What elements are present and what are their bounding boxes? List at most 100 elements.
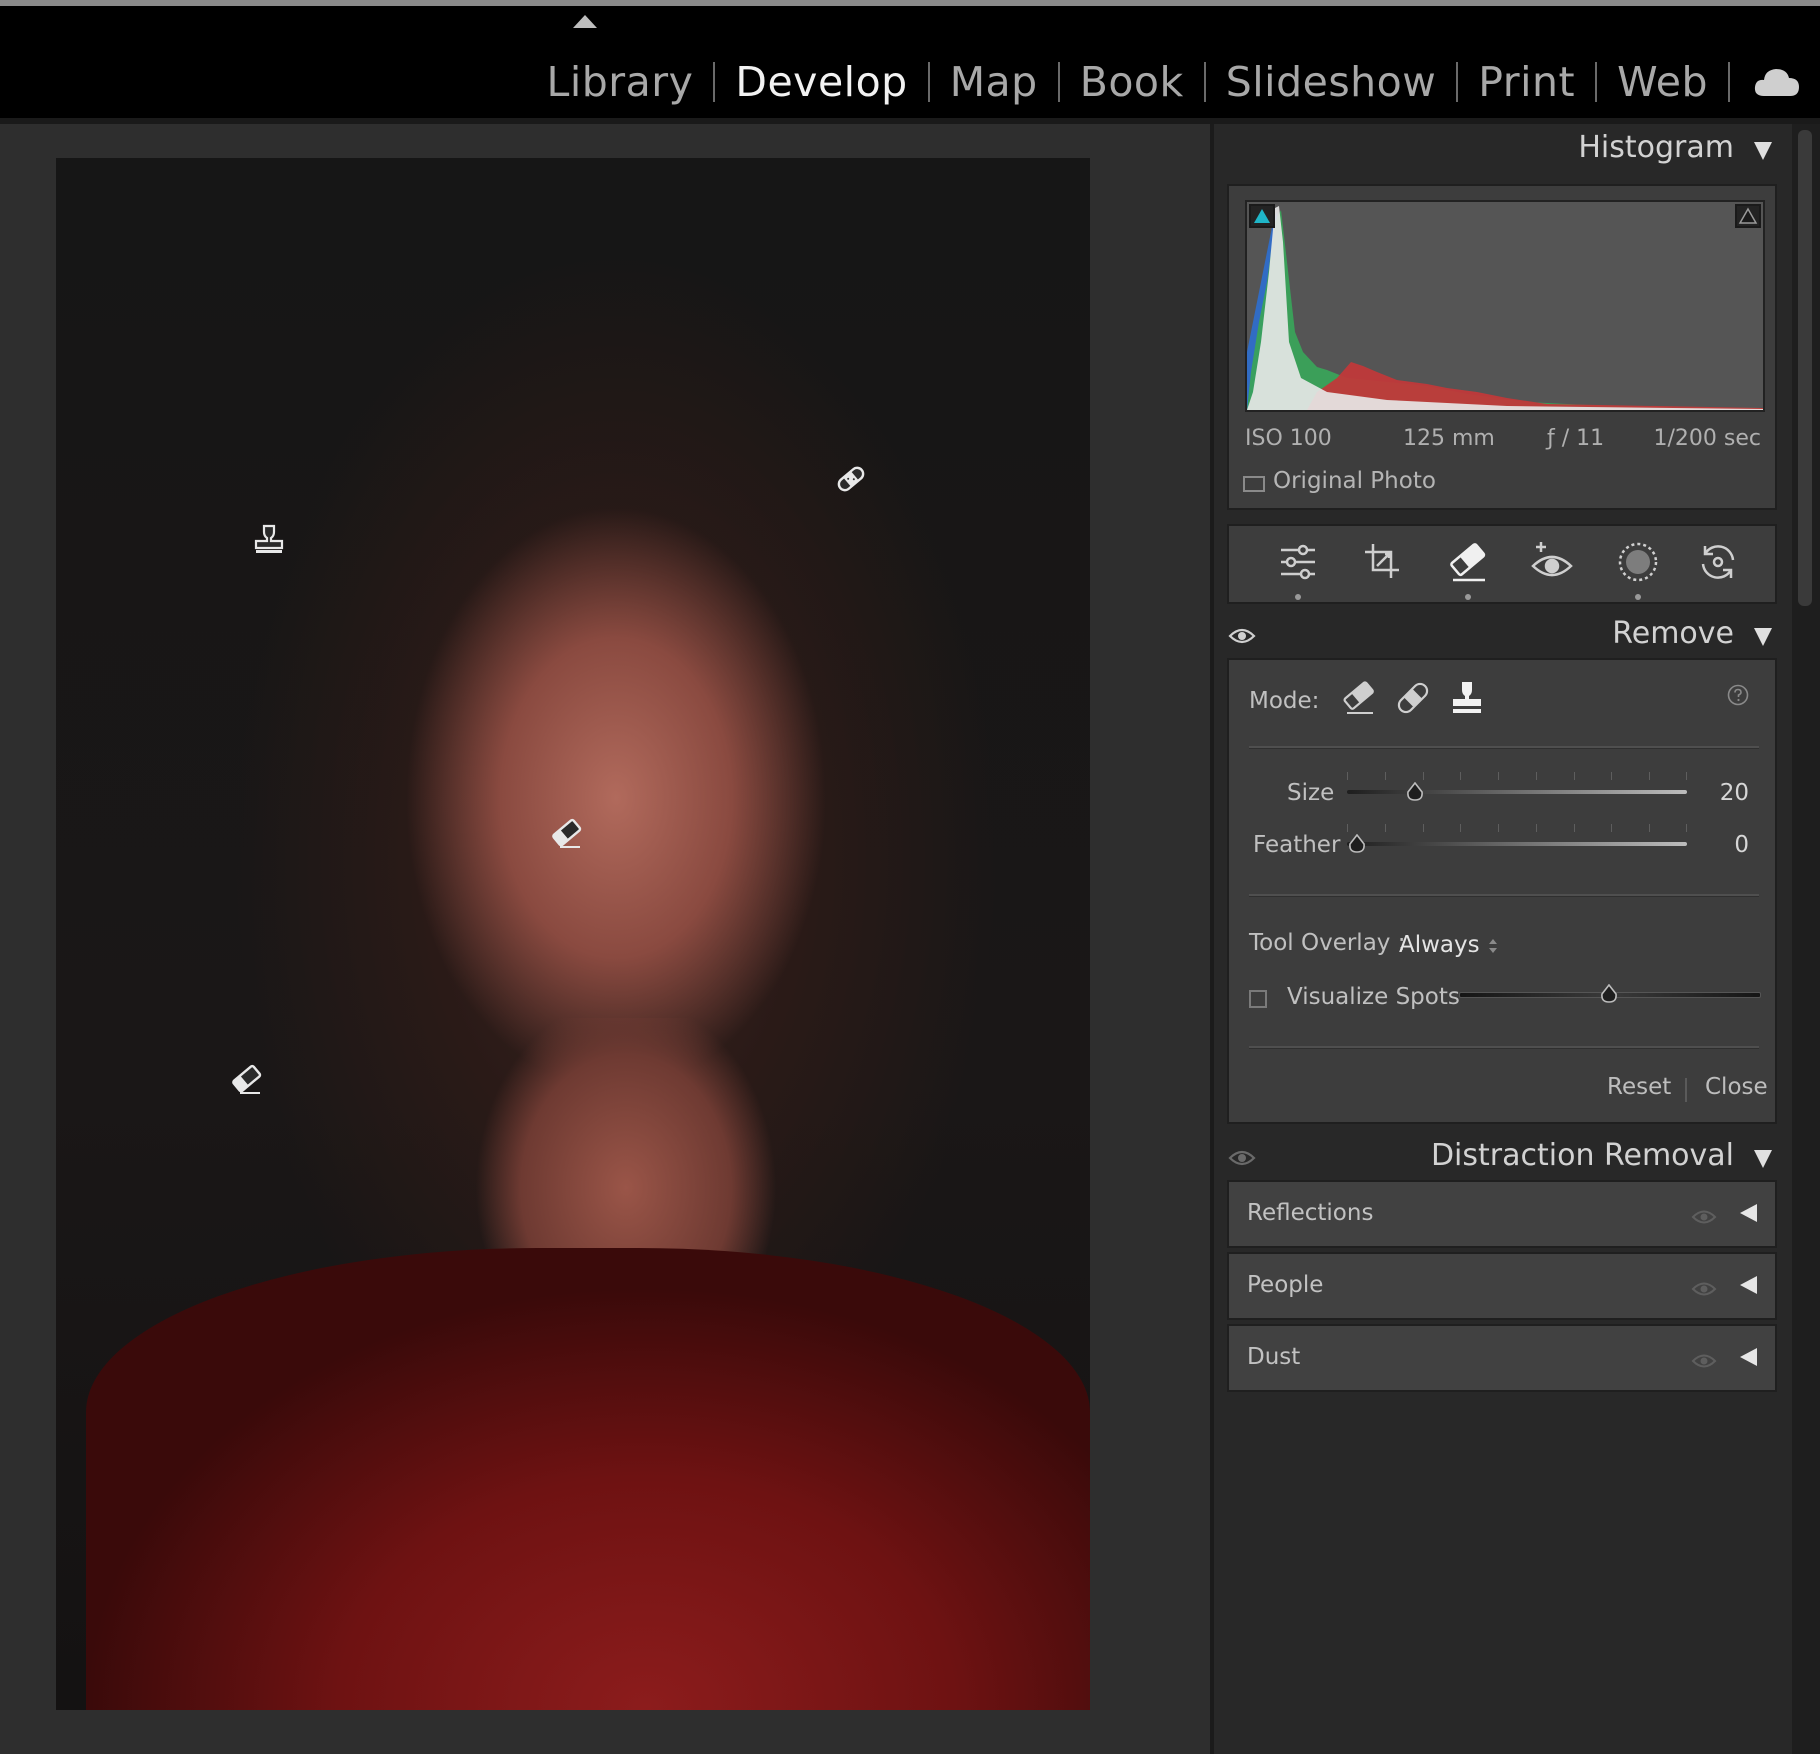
remove-eraser-icon[interactable] [1443,538,1493,586]
original-photo-label: Original Photo [1273,468,1436,494]
size-label: Size [1287,780,1335,806]
people-label: People [1247,1272,1324,1298]
slider-ticks [1347,824,1687,834]
updown-chevron-icon[interactable] [1487,936,1499,956]
section-divider [1249,746,1759,749]
module-map[interactable]: Map [950,52,1038,112]
image-canvas[interactable] [0,124,1210,1754]
module-develop[interactable]: Develop [735,52,907,112]
red-eye-icon[interactable] [1527,538,1577,586]
module-web[interactable]: Web [1617,52,1708,112]
right-panel-scrollbar[interactable] [1792,124,1820,1754]
collapse-triangle-icon[interactable] [1754,142,1772,160]
feather-slider-thumb[interactable] [1348,833,1366,853]
scrollbar-thumb[interactable] [1798,130,1812,606]
cloud-sync-icon[interactable] [1754,66,1800,98]
reset-icon[interactable] [1693,538,1743,586]
module-picker: Library Develop Map Book Slideshow Print… [547,52,1800,112]
histogram-curves [1247,206,1763,410]
eye-icon[interactable] [1228,626,1256,646]
module-separator [1456,62,1459,102]
reflections-label: Reflections [1247,1200,1374,1226]
tool-strip [1227,524,1777,604]
eye-icon[interactable] [1691,1352,1717,1370]
module-separator [1203,62,1206,102]
exif-focal-length: 125 mm [1403,426,1495,451]
feather-label: Feather [1253,832,1341,858]
module-separator [927,62,930,102]
top-strip [0,0,1820,6]
exif-shutter-speed: 1/200 sec [1653,426,1762,451]
eye-icon[interactable] [1691,1280,1717,1298]
masking-icon[interactable] [1613,538,1663,586]
module-library[interactable]: Library [547,52,694,112]
tool-active-dot [1635,594,1641,600]
histogram-graph[interactable] [1245,200,1765,412]
module-separator [1728,62,1730,102]
histogram-green-channel [1247,210,1763,410]
close-button[interactable]: Close [1705,1074,1768,1100]
tool-active-dot [1465,594,1471,600]
remove-panel: Mode: Size 20 Feather 0 Tool Overlay: A… [1227,658,1777,1124]
size-slider-thumb[interactable] [1406,781,1424,801]
eye-icon[interactable] [1691,1208,1717,1226]
mode-label: Mode: [1249,688,1320,714]
photo-sweater-area [86,1248,1090,1710]
section-divider [1249,1046,1759,1049]
module-separator [713,62,716,102]
visualize-spots-checkbox[interactable] [1249,990,1267,1008]
expand-triangle-icon[interactable] [1740,1204,1757,1222]
people-panel[interactable]: People [1227,1252,1777,1320]
tool-overlay-value[interactable]: Always [1399,932,1480,958]
visualize-spots-label: Visualize Spots [1287,984,1460,1010]
edit-sliders-icon[interactable] [1273,538,1323,586]
dust-label: Dust [1247,1344,1301,1370]
remove-pin-icon[interactable] [550,816,584,850]
right-panel: Histogram ISO 100 125 mm ƒ / 11 1/200 se… [1210,124,1796,1754]
module-book[interactable]: Book [1080,52,1184,112]
crop-icon[interactable] [1357,538,1407,586]
histogram-title: Histogram [1578,130,1734,165]
mode-clone-icon[interactable] [1447,678,1487,718]
feather-slider-track[interactable] [1347,842,1687,846]
collapse-triangle-icon[interactable] [1754,628,1772,646]
original-photo-checkbox[interactable] [1243,476,1265,492]
clone-stamp-pin-icon[interactable] [252,522,286,556]
histogram-header[interactable]: Histogram [1214,124,1796,180]
size-slider[interactable] [1347,772,1687,812]
module-print[interactable]: Print [1478,52,1575,112]
expand-triangle-icon[interactable] [1740,1276,1757,1294]
feather-value[interactable]: 0 [1699,832,1749,858]
feather-slider[interactable] [1347,824,1687,864]
exif-aperture: ƒ / 11 [1547,426,1605,451]
collapse-top-panel-icon[interactable] [573,15,597,28]
mode-remove-icon[interactable] [1339,678,1379,718]
tool-overlay-label: Tool Overlay : [1249,930,1406,956]
remove-pin-icon[interactable] [230,1062,264,1096]
slider-ticks [1347,772,1687,782]
section-divider [1249,894,1759,897]
eye-icon[interactable] [1228,1148,1256,1168]
module-slideshow[interactable]: Slideshow [1226,52,1437,112]
portrait-photo[interactable] [56,158,1090,1710]
reflections-panel[interactable]: Reflections [1227,1180,1777,1248]
size-value[interactable]: 20 [1699,780,1749,806]
module-separator [1595,62,1598,102]
reset-button[interactable]: Reset [1607,1074,1671,1100]
collapse-triangle-icon[interactable] [1754,1150,1772,1168]
mode-heal-icon[interactable] [1393,678,1433,718]
expand-triangle-icon[interactable] [1740,1348,1757,1366]
size-slider-track[interactable] [1347,790,1687,794]
remove-title: Remove [1612,616,1734,651]
help-icon[interactable] [1727,684,1749,706]
visualize-slider-thumb[interactable] [1600,983,1618,1003]
heal-pin-icon[interactable] [834,462,868,496]
distraction-removal-title: Distraction Removal [1430,1138,1734,1173]
highlight-clipping-indicator[interactable] [1735,204,1761,228]
shadow-clipping-indicator[interactable] [1249,204,1275,228]
dust-panel[interactable]: Dust [1227,1324,1777,1392]
histogram-panel: ISO 100 125 mm ƒ / 11 1/200 sec Original… [1227,184,1777,510]
module-bar: Library Develop Map Book Slideshow Print… [0,0,1820,124]
visualize-spots-slider[interactable] [1459,978,1761,1012]
module-separator [1057,62,1060,102]
